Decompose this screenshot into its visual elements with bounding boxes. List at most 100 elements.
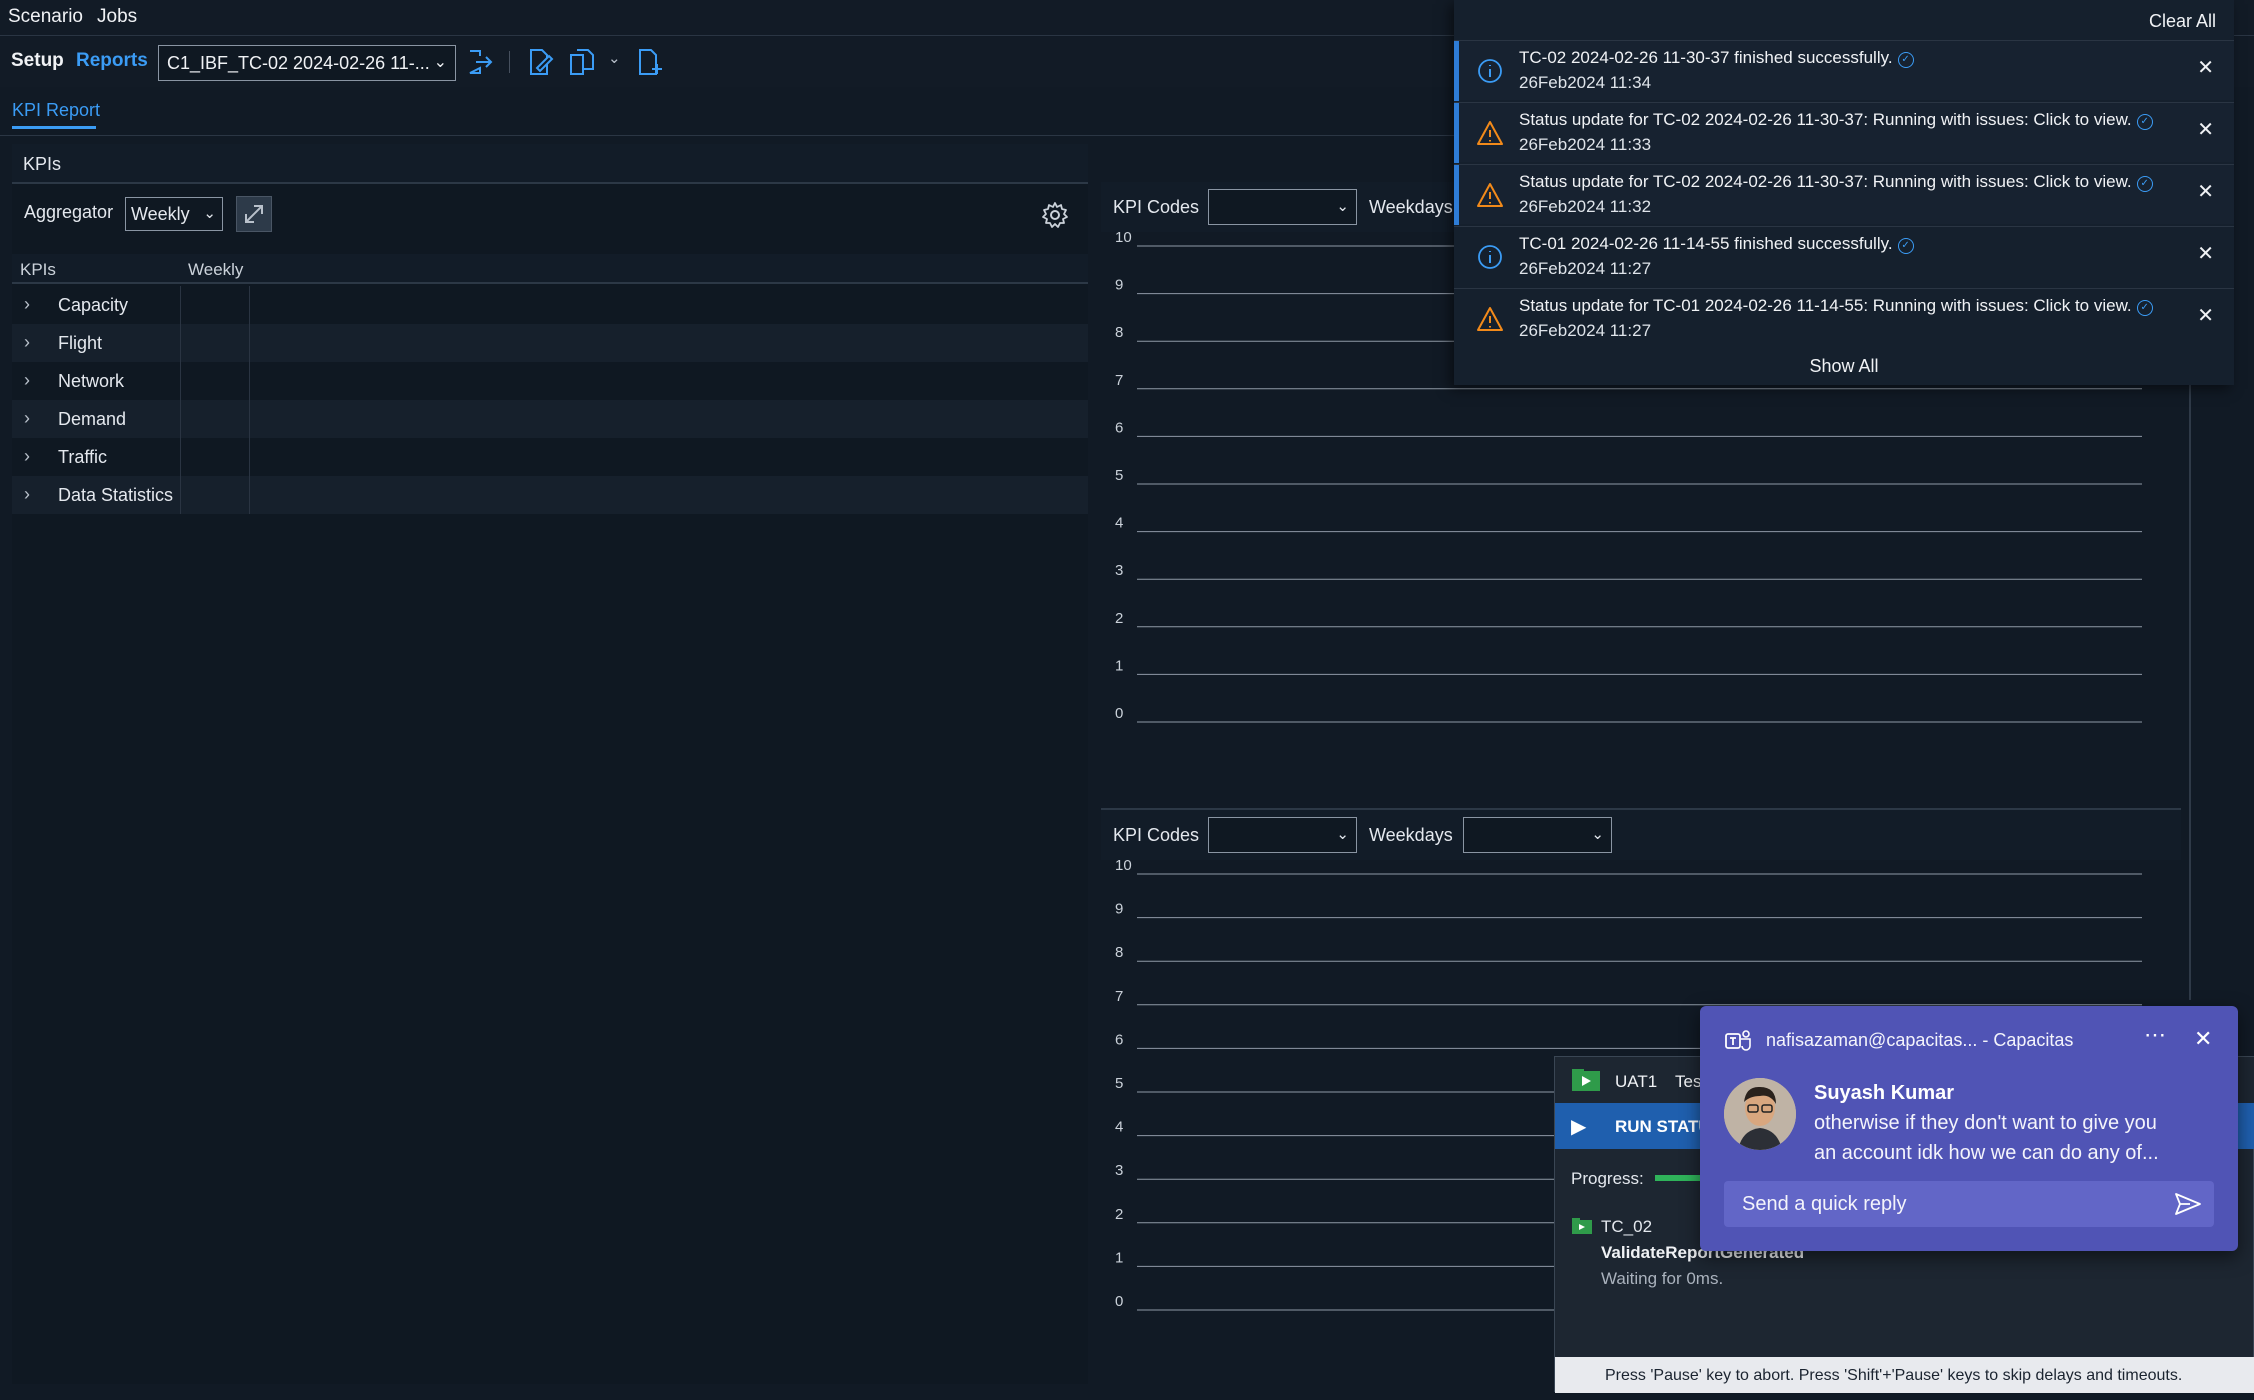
column-divider bbox=[180, 400, 181, 438]
chevron-right-icon[interactable]: › bbox=[24, 408, 30, 429]
teams-icon bbox=[1725, 1030, 1751, 1051]
y-tick-label: 6 bbox=[1115, 1031, 1123, 1048]
y-tick-label: 7 bbox=[1115, 988, 1123, 1005]
kpi-row-label: Demand bbox=[58, 409, 127, 429]
notification-time: 26Feb2024 11:27 bbox=[1519, 321, 1652, 340]
check-circle-icon: ✓ bbox=[1897, 238, 1914, 254]
message-preview-line: otherwise if they don't want to give you bbox=[1814, 1112, 2157, 1134]
close-icon[interactable]: ✕ bbox=[2197, 179, 2214, 204]
copy-document-icon[interactable] bbox=[567, 47, 597, 77]
more-options-icon[interactable]: ⋯ bbox=[2144, 1022, 2166, 1048]
progress-label: Progress: bbox=[1571, 1169, 1644, 1188]
column-header-kpis[interactable]: KPIs bbox=[20, 260, 56, 280]
y-tick-label: 1 bbox=[1115, 1249, 1123, 1266]
tab-reports[interactable]: Reports bbox=[76, 50, 148, 72]
info-icon bbox=[1478, 59, 1502, 83]
close-icon[interactable]: ✕ bbox=[2197, 117, 2214, 142]
scenario-select-value: C1_IBF_TC-02 2024-02-26 11-... bbox=[167, 53, 430, 73]
notification-accent-bar bbox=[1454, 41, 1459, 101]
notification-time: 26Feb2024 11:27 bbox=[1519, 259, 1652, 278]
tab-kpi-report[interactable]: KPI Report bbox=[12, 100, 100, 121]
y-tick-label: 10 bbox=[1115, 860, 1132, 874]
table-row[interactable]: › Flight bbox=[12, 324, 1088, 362]
table-row[interactable]: › Capacity bbox=[12, 286, 1088, 324]
table-row[interactable]: › Data Statistics bbox=[12, 476, 1088, 514]
kpi-codes-select[interactable]: ⌄ bbox=[1208, 189, 1357, 225]
aggregator-value: Weekly bbox=[131, 204, 190, 224]
aggregator-select[interactable]: Weekly ⌄ bbox=[125, 197, 223, 231]
teams-message-toast[interactable]: nafisazaman@capacitas... - Capacitas ⋯ ✕… bbox=[1700, 1006, 2238, 1251]
show-all-button[interactable]: Show All bbox=[1454, 356, 2234, 377]
column-divider bbox=[180, 286, 181, 324]
table-row[interactable]: › Traffic bbox=[12, 438, 1088, 476]
chevron-right-icon[interactable]: › bbox=[24, 484, 30, 505]
folder-play-icon bbox=[1572, 1218, 1592, 1234]
tab-setup[interactable]: Setup bbox=[11, 50, 64, 72]
edit-document-icon[interactable] bbox=[524, 47, 554, 77]
notification-item[interactable]: TC-01 2024-02-26 11-14-55 finished succe… bbox=[1454, 226, 2234, 286]
notification-panel: Clear All TC-02 2024-02-26 11-30-37 fini… bbox=[1454, 0, 2234, 385]
folder-play-icon bbox=[1572, 1069, 1600, 1091]
chart-toolbar: KPI Codes ⌄ Weekdays ⌄ bbox=[1101, 810, 2181, 860]
close-icon[interactable]: ✕ bbox=[2197, 303, 2214, 328]
notification-item[interactable]: Status update for TC-02 2024-02-26 11-30… bbox=[1454, 164, 2234, 225]
weekdays-label: Weekdays bbox=[1369, 197, 1453, 217]
progress-bar bbox=[1655, 1175, 1705, 1181]
kpi-codes-select[interactable]: ⌄ bbox=[1208, 817, 1357, 853]
chevron-down-icon[interactable]: ⌄ bbox=[608, 49, 621, 67]
y-tick-label: 3 bbox=[1115, 562, 1123, 579]
table-row[interactable]: › Network bbox=[12, 362, 1088, 400]
column-divider bbox=[249, 400, 250, 438]
exit-icon[interactable] bbox=[464, 47, 494, 77]
chevron-right-icon[interactable]: › bbox=[24, 446, 30, 467]
y-tick-label: 9 bbox=[1115, 901, 1123, 918]
notification-message: Status update for TC-02 2024-02-26 11-30… bbox=[1519, 172, 2153, 192]
y-tick-label: 9 bbox=[1115, 277, 1123, 294]
close-icon[interactable]: ✕ bbox=[2197, 241, 2214, 266]
y-tick-label: 6 bbox=[1115, 419, 1123, 436]
column-divider bbox=[249, 476, 250, 514]
close-icon[interactable]: ✕ bbox=[2194, 1026, 2212, 1052]
weekdays-select[interactable]: ⌄ bbox=[1463, 817, 1612, 853]
y-tick-label: 0 bbox=[1115, 1293, 1123, 1310]
menu-scenario[interactable]: Scenario bbox=[8, 6, 83, 28]
uat-footer-hint: Press 'Pause' key to abort. Press 'Shift… bbox=[1555, 1357, 2254, 1393]
kpi-panel: KPIs Aggregator Weekly ⌄ KPIs Weekly › C… bbox=[12, 144, 1088, 1384]
table-row[interactable]: › Demand bbox=[12, 400, 1088, 438]
clear-all-button[interactable]: Clear All bbox=[2149, 11, 2216, 32]
y-tick-label: 3 bbox=[1115, 1162, 1123, 1179]
notification-item[interactable]: TC-02 2024-02-26 11-30-37 finished succe… bbox=[1454, 40, 2234, 101]
notification-item[interactable]: Status update for TC-01 2024-02-26 11-14… bbox=[1454, 288, 2234, 348]
y-tick-label: 8 bbox=[1115, 944, 1123, 961]
y-tick-label: 7 bbox=[1115, 372, 1123, 389]
column-divider bbox=[180, 438, 181, 476]
quick-reply-input[interactable]: Send a quick reply bbox=[1724, 1181, 2214, 1227]
kpi-row-label: Traffic bbox=[58, 447, 108, 467]
new-document-icon[interactable] bbox=[633, 47, 663, 77]
menu-jobs[interactable]: Jobs bbox=[97, 6, 137, 28]
scenario-select[interactable]: C1_IBF_TC-02 2024-02-26 11-... ⌄ bbox=[158, 45, 456, 81]
expand-button[interactable] bbox=[236, 196, 272, 232]
kpi-row-label: Capacity bbox=[58, 295, 129, 315]
avatar-picture bbox=[1724, 1078, 1796, 1150]
send-icon[interactable] bbox=[2174, 1191, 2202, 1217]
teams-account-title: nafisazaman@capacitas... - Capacitas bbox=[1766, 1030, 2074, 1050]
warning-icon bbox=[1477, 307, 1503, 331]
waiting-text: Waiting for 0ms. bbox=[1601, 1269, 1724, 1288]
chevron-right-icon[interactable]: › bbox=[24, 370, 30, 391]
kpi-table-header: KPIs Weekly bbox=[12, 254, 1088, 284]
gear-icon[interactable] bbox=[1040, 200, 1070, 230]
kpi-codes-label: KPI Codes bbox=[1113, 825, 1200, 845]
chevron-right-icon[interactable]: › bbox=[24, 332, 30, 353]
run-status-label: RUN STATU bbox=[1615, 1117, 1711, 1136]
close-icon[interactable]: ✕ bbox=[2197, 55, 2214, 80]
y-tick-label: 0 bbox=[1115, 705, 1123, 722]
notification-item[interactable]: Status update for TC-02 2024-02-26 11-30… bbox=[1454, 102, 2234, 163]
toolbar-divider bbox=[509, 51, 510, 73]
chevron-right-icon[interactable]: › bbox=[24, 294, 30, 315]
sender-name: Suyash Kumar bbox=[1814, 1082, 1955, 1104]
notification-accent-bar bbox=[1454, 165, 1459, 225]
column-header-weekly[interactable]: Weekly bbox=[188, 260, 243, 280]
chevron-down-icon: ⌄ bbox=[203, 205, 216, 222]
warning-icon bbox=[1477, 121, 1503, 145]
